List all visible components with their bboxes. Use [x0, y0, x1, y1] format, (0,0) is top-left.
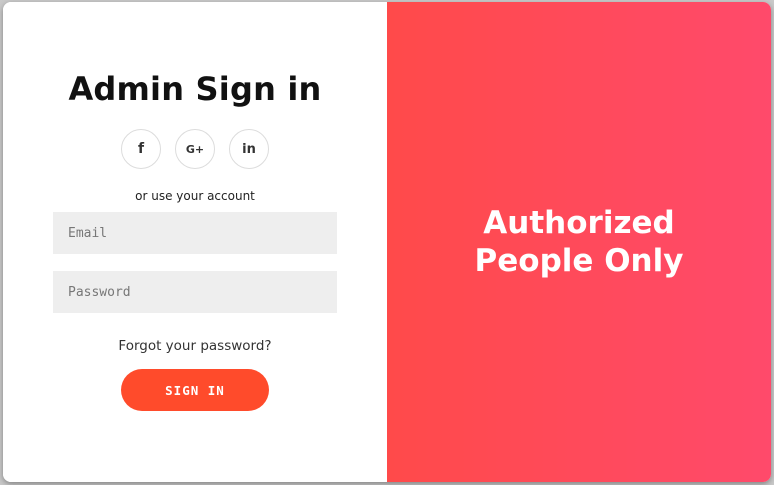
- google-plus-icon: G+: [185, 142, 205, 156]
- facebook-button[interactable]: f: [121, 129, 161, 169]
- facebook-icon: f: [137, 141, 145, 157]
- linkedin-icon: in: [242, 141, 256, 157]
- login-card: Admin Sign in f G+ in or use your accoun…: [3, 2, 771, 482]
- alternate-login-text: or use your account: [135, 189, 255, 203]
- sign-in-panel: Admin Sign in f G+ in or use your accoun…: [3, 2, 387, 482]
- linkedin-button[interactable]: in: [229, 129, 269, 169]
- email-field[interactable]: [53, 212, 337, 254]
- social-login-row: f G+ in: [3, 129, 387, 169]
- sign-in-button[interactable]: SIGN IN: [121, 369, 269, 411]
- forgot-password-link[interactable]: Forgot your password?: [3, 338, 387, 354]
- google-plus-button[interactable]: G+: [175, 129, 215, 169]
- overlay-panel: Authorized People Only: [387, 2, 771, 482]
- page-title: Admin Sign in: [68, 70, 322, 108]
- password-field[interactable]: [53, 271, 337, 313]
- overlay-heading: Authorized People Only: [474, 205, 684, 279]
